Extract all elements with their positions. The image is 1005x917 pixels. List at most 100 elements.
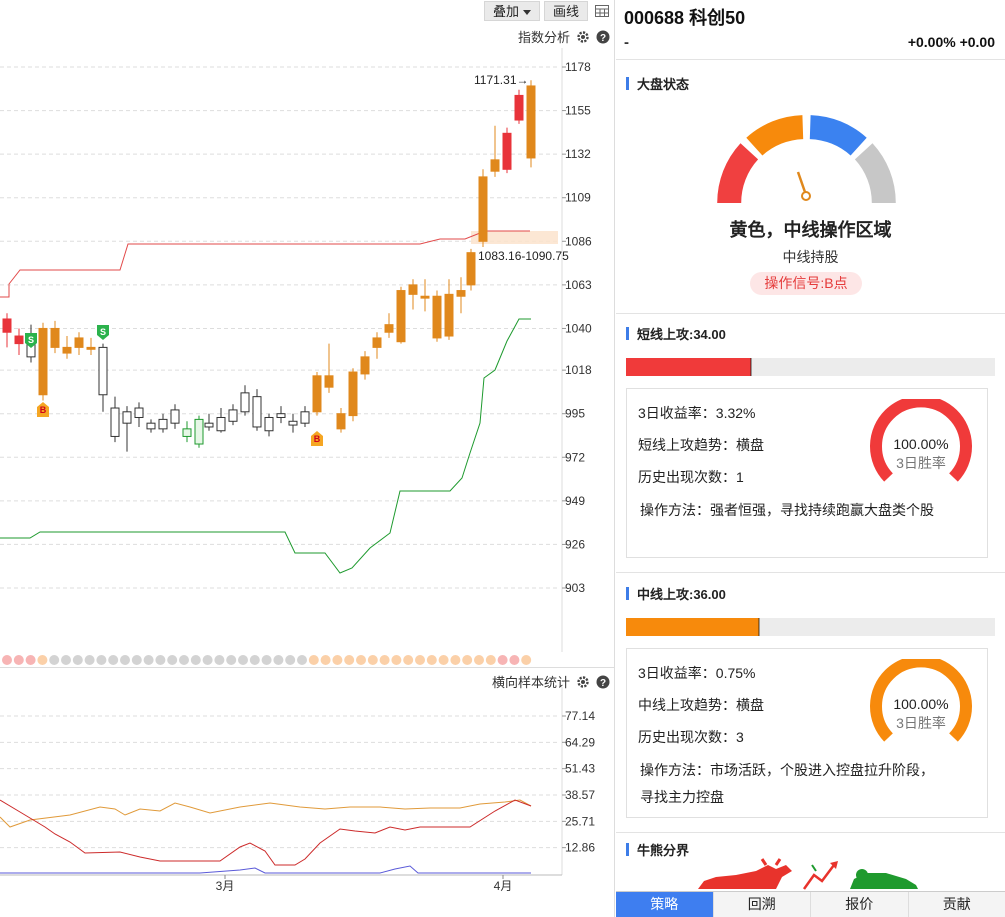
lower-band-line (0, 318, 531, 574)
buy-signal-icon: B (311, 431, 323, 446)
signal-badge: 操作信号:B点 (750, 272, 862, 295)
candle-body (62, 346, 72, 354)
mid-attack-section: 中线上攻:36.00 3日收益率：0.75% 中线上攻趋势：横盘 历史出现次数：… (616, 582, 1005, 832)
history-count: 历史出现次数：1 (638, 469, 744, 485)
svg-text:?: ? (600, 33, 606, 44)
sample-dot (332, 655, 343, 665)
tab-backtest[interactable]: 回溯 (713, 892, 811, 917)
trend: 短线上攻趋势：横盘 (638, 437, 764, 453)
candle-body (502, 132, 512, 170)
candle-body (432, 295, 442, 339)
candle-body (408, 284, 418, 295)
candle-body (348, 371, 358, 417)
market-advice-text: 中线持股 (782, 249, 839, 265)
candle-body (240, 392, 250, 413)
mid-attack-title: 中线上攻:36.00 (616, 582, 1005, 604)
strategy-panel: 000688 科创50 - +0.00% +0.00 大盘状态 黄色，中线操作区… (616, 0, 1005, 917)
candle-body (396, 290, 406, 343)
return-3d: 3日收益率：0.75% (638, 665, 756, 681)
sample-dot (415, 655, 425, 665)
price-tick-label: 1018 (565, 363, 592, 377)
candle-body (372, 337, 382, 348)
sample-dot (143, 655, 154, 665)
sample-dot (462, 655, 473, 665)
short-attack-fill (626, 358, 753, 376)
tab-strategy[interactable]: 策略 (616, 892, 714, 917)
win-rate-label: 3日胜率 (896, 455, 946, 471)
short-attack-info: 3日收益率：3.32% 短线上攻趋势：横盘 历史出现次数：1 操作方法：强者恒强… (626, 388, 988, 558)
candle-body (158, 418, 168, 430)
price-tick-label: 1063 (565, 278, 592, 292)
candle-body (182, 428, 192, 437)
candle-body (420, 295, 430, 299)
svg-text:B: B (40, 405, 47, 415)
sample-dot (320, 655, 331, 665)
x-label-april: 4月 (494, 879, 513, 893)
candle-body (384, 324, 394, 333)
candle-body (38, 327, 48, 396)
price-tick-label: 1109 (565, 191, 591, 205)
short-attack-bar (626, 358, 995, 376)
sample-stats-chart[interactable]: 77.14 64.29 51.43 38.57 25.71 12.86 3月 4月 (0, 687, 615, 917)
tab-quote[interactable]: 报价 (811, 892, 909, 917)
up-arrow-icon (802, 861, 838, 890)
sample-dot (25, 655, 36, 665)
candle-body (264, 416, 274, 432)
section-marker (626, 586, 629, 600)
candle-body (74, 337, 84, 348)
price-tick-label: 995 (565, 407, 585, 421)
candle-body (86, 346, 96, 350)
candle-body (170, 409, 180, 424)
candle-body (146, 422, 156, 430)
help-icon[interactable]: ? (596, 30, 610, 44)
bear-icon (850, 869, 918, 889)
sample-dot (131, 655, 142, 665)
short-attack-section: 短线上攻:34.00 3日收益率：3.32% 短线上攻趋势：横盘 历史出现次数：… (616, 322, 1005, 572)
price-tick-label: 1155 (565, 104, 591, 118)
buy-signal-icon: B (37, 402, 49, 417)
gauge-pivot (801, 191, 811, 201)
sample-dot (179, 655, 189, 665)
blue-stat-line (0, 865, 531, 874)
sample-dot (474, 655, 484, 665)
trend: 中线上攻趋势：横盘 (638, 697, 764, 713)
method: 操作方法：市场活跃，个股进入控盘拉升阶段， (640, 762, 934, 778)
market-status-section: 大盘状态 黄色，中线操作区域 中线持股 操作信号:B点 (616, 72, 1005, 312)
price-tick-label: 1086 (565, 234, 592, 248)
grid-table-icon[interactable] (592, 1, 612, 21)
bottom-tabs: 策略 回溯 报价 贡献 (616, 891, 1005, 917)
value-tick-label: 51.43 (565, 762, 595, 776)
overlay-label: 叠加 (492, 4, 519, 19)
price-tick-label: 1040 (565, 321, 592, 335)
price-tick-label: 1178 (565, 60, 591, 74)
sample-dot (367, 655, 378, 665)
win-rate-ring: 100.00% 3日胜率 (870, 399, 972, 482)
candle-body (134, 407, 144, 418)
candle-body (478, 176, 488, 242)
sample-dot (356, 655, 366, 665)
sample-dot (61, 655, 71, 665)
candle-body (194, 418, 204, 445)
candle-body (300, 411, 310, 424)
candle-body (252, 396, 262, 428)
gauge-segment-orange (746, 115, 804, 156)
short-attack-title: 短线上攻:34.00 (616, 322, 1005, 344)
price-tick-label: 1132 (565, 147, 591, 161)
sample-dot (403, 655, 414, 665)
overlay-dropdown[interactable]: 叠加 (483, 1, 540, 21)
candlestick-chart[interactable]: 1178 1155 1132 1109 1086 1063 1040 1018 995 972 94… (0, 48, 615, 700)
gear-icon[interactable] (576, 30, 590, 44)
draw-line-button[interactable]: 画线 (543, 1, 588, 21)
candle-body (110, 407, 120, 437)
svg-text:B: B (314, 434, 321, 444)
sample-dot (261, 655, 272, 665)
gauge-segment-gray (854, 143, 896, 203)
sub-gridlines (0, 715, 560, 849)
chart-area[interactable]: 叠加 画线 指数分析 ? 1178 1155 1132 1109 1086 1063 104… (0, 0, 615, 917)
sample-dot (202, 655, 213, 665)
value-tick-label: 25.71 (565, 814, 595, 828)
candle-body (336, 413, 346, 430)
value-axis: 77.14 64.29 51.43 38.57 25.71 12.86 (562, 709, 595, 855)
tab-contribution[interactable]: 贡献 (908, 892, 1005, 917)
bull-icon (698, 858, 792, 889)
